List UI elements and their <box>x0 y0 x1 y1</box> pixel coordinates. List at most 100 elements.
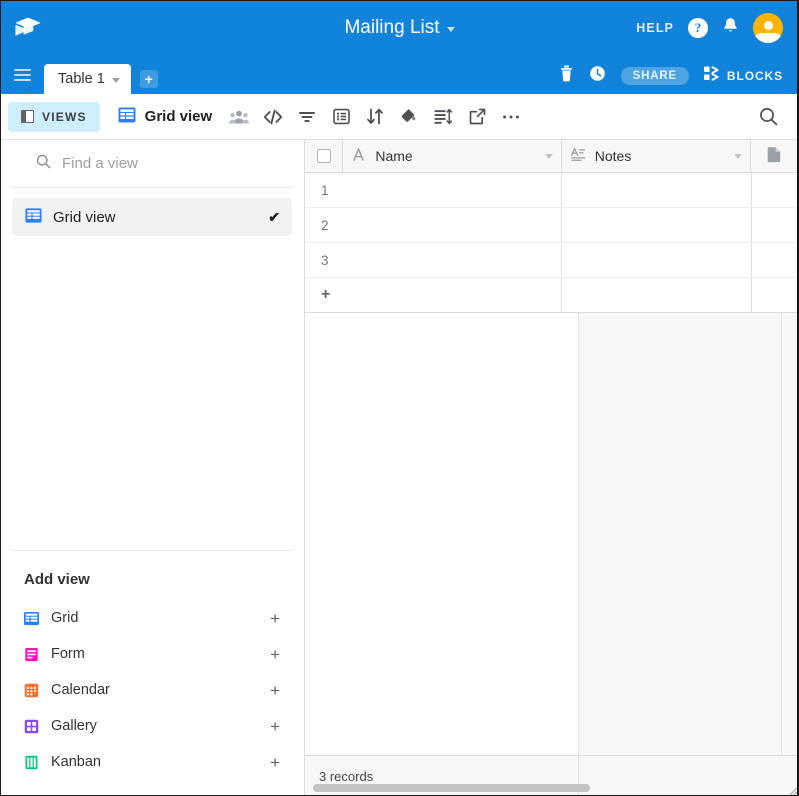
add-view-kanban[interactable]: Kanban + <box>0 744 304 780</box>
question-circle-icon[interactable]: ? <box>688 18 708 38</box>
add-row-notes-spacer <box>562 278 753 312</box>
share-view-icon[interactable] <box>460 100 494 134</box>
sidebar-item-label: Grid view <box>53 208 116 226</box>
tab-bar-right-actions: SHARE BLOCKS <box>559 65 799 94</box>
column-header-attachment[interactable] <box>751 140 799 172</box>
base-name-label: Mailing List <box>344 17 440 38</box>
row-number: 2 <box>321 217 329 233</box>
grid-filler-left <box>305 313 579 755</box>
search-icon[interactable] <box>751 100 785 134</box>
cell-notes[interactable] <box>562 243 753 277</box>
filter-icon[interactable] <box>290 100 324 134</box>
add-view-form[interactable]: Form + <box>0 636 304 672</box>
column-header-label: Name <box>375 148 413 164</box>
table-row[interactable]: 1 <box>305 173 799 208</box>
airtable-app-window: Mailing List HELP ? Table 1 + SHARE BLOC… <box>0 0 799 796</box>
add-view-title: Add view <box>24 571 90 588</box>
cell-name[interactable] <box>343 208 563 242</box>
add-row-attach-spacer <box>752 278 799 312</box>
blocks-icon <box>703 66 721 86</box>
main-body: Grid view ✔ Add view <box>0 140 799 796</box>
table-row[interactable]: 3 <box>305 243 799 278</box>
cell-notes[interactable] <box>562 173 753 207</box>
add-view-gallery[interactable]: Gallery + <box>0 708 304 744</box>
cell-name[interactable] <box>343 243 563 277</box>
blocks-label: BLOCKS <box>726 69 783 83</box>
top-bar: Mailing List HELP ? <box>0 0 799 56</box>
add-view-plus-button[interactable]: + <box>270 682 280 699</box>
column-header-name[interactable]: Name <box>343 140 562 172</box>
horizontal-scrollbar[interactable] <box>313 784 791 792</box>
add-view-section: Add view Grid + Form + Calendar + Galler… <box>0 551 304 796</box>
row-number: 3 <box>321 252 329 268</box>
caret-down-icon[interactable] <box>734 153 743 159</box>
trash-icon[interactable] <box>559 65 574 87</box>
add-view-label: Form <box>51 646 85 662</box>
group-fields-icon[interactable] <box>324 100 358 134</box>
blocks-button[interactable]: BLOCKS <box>703 66 783 86</box>
top-bar-right-actions: HELP ? <box>636 13 799 43</box>
current-view-button[interactable]: Grid view <box>110 106 223 128</box>
add-view-plus-button[interactable]: + <box>270 610 280 627</box>
grid-view-icon <box>118 106 136 128</box>
add-record-row[interactable]: + <box>305 278 799 313</box>
row-height-icon[interactable] <box>426 100 460 134</box>
add-view-plus-button[interactable]: + <box>270 754 280 771</box>
column-header-notes[interactable]: Notes <box>561 140 752 172</box>
add-view-calendar[interactable]: Calendar + <box>0 672 304 708</box>
views-button-label: VIEWS <box>42 109 87 124</box>
views-sidebar: Grid view ✔ Add view <box>0 140 305 796</box>
horizontal-scrollbar-thumb[interactable] <box>313 784 591 792</box>
table-row[interactable]: 2 <box>305 208 799 243</box>
caret-down-icon[interactable] <box>544 153 553 159</box>
single-line-text-icon <box>351 147 366 165</box>
sort-icon[interactable] <box>358 100 392 134</box>
cell-attachment[interactable] <box>752 208 799 242</box>
table-tab-bar: Table 1 + SHARE BLOCKS <box>0 56 799 94</box>
add-view-grid[interactable]: Grid + <box>0 600 304 636</box>
code-api-icon[interactable] <box>256 100 290 134</box>
grid-view-area: Name Notes 1 2 3 + 3 records <box>305 140 799 796</box>
more-options-icon[interactable] <box>494 100 528 134</box>
add-view-plus-button[interactable]: + <box>270 718 280 735</box>
add-record-button[interactable]: + <box>305 278 343 312</box>
add-view-label: Grid <box>51 610 79 626</box>
cell-attachment[interactable] <box>752 173 799 207</box>
side-panel-icon <box>21 110 34 123</box>
base-name-button[interactable]: Mailing List <box>344 0 455 56</box>
color-paint-icon[interactable] <box>392 100 426 134</box>
check-icon: ✔ <box>268 208 280 225</box>
add-view-plus-button[interactable]: + <box>270 646 280 663</box>
select-all-cell[interactable] <box>305 140 344 172</box>
airtable-logo-icon[interactable] <box>0 0 56 56</box>
caret-down-icon[interactable] <box>111 78 120 83</box>
calendar-icon <box>24 683 39 698</box>
checkbox-icon[interactable] <box>316 149 331 163</box>
table-tab-table-1[interactable]: Table 1 <box>44 64 131 94</box>
long-text-icon <box>570 147 586 165</box>
view-toolbar: VIEWS Grid view <box>0 94 799 140</box>
share-button[interactable]: SHARE <box>620 67 689 85</box>
column-header-label: Notes <box>594 148 632 164</box>
kanban-icon <box>24 755 39 770</box>
find-view-search[interactable] <box>12 140 292 188</box>
sidebar-item-grid-view[interactable]: Grid view ✔ <box>12 198 292 236</box>
add-view-label: Calendar <box>51 682 110 698</box>
collaborators-icon[interactable] <box>222 100 256 134</box>
bell-icon[interactable] <box>722 17 739 40</box>
grid-view-icon <box>25 207 42 228</box>
caret-down-icon <box>446 27 455 32</box>
user-avatar-icon[interactable] <box>753 13 783 43</box>
cell-name[interactable] <box>343 173 563 207</box>
help-label[interactable]: HELP <box>636 21 674 35</box>
grid-rows: 1 2 3 + <box>305 173 799 313</box>
add-table-button[interactable]: + <box>139 70 158 88</box>
find-view-input[interactable] <box>62 155 276 172</box>
cell-attachment[interactable] <box>752 243 799 277</box>
history-clock-icon[interactable] <box>589 65 606 87</box>
cell-notes[interactable] <box>562 208 753 242</box>
views-toggle-button[interactable]: VIEWS <box>8 101 100 132</box>
add-row-name-spacer <box>343 278 563 312</box>
hamburger-menu-icon[interactable] <box>0 56 44 94</box>
